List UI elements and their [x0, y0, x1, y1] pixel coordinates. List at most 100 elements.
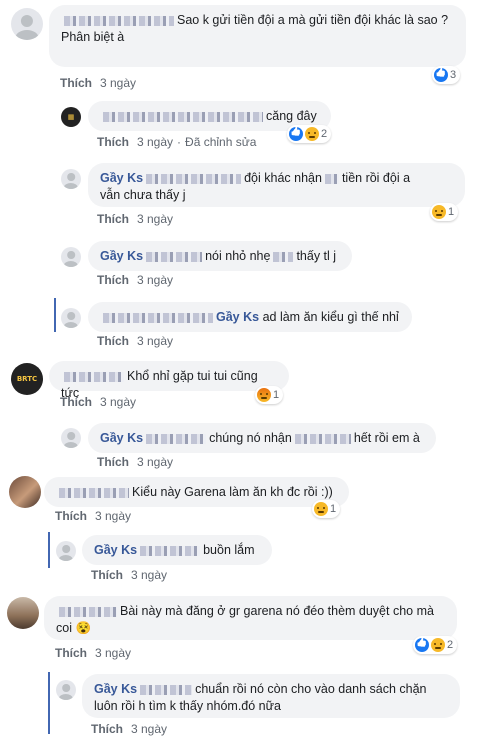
reply-thread-line [54, 298, 56, 332]
like-link[interactable]: Thích [91, 568, 123, 582]
timestamp[interactable]: 3 ngày [100, 76, 136, 90]
timestamp[interactable]: 3 ngày [95, 509, 131, 523]
mention-name[interactable]: Gầy Ks [216, 310, 259, 324]
author-name[interactable]: Gầy Ks [100, 249, 143, 263]
reaction-summary[interactable]: 3 [432, 66, 461, 84]
edited-label[interactable]: Đã chỉnh sửa [185, 135, 256, 149]
comment-text: chuẩn rồi nó còn cho vào danh sách chặn [195, 682, 427, 696]
comment-meta: Thích 3 ngày · Đã chỉnh sửa [97, 135, 257, 149]
like-reaction-icon [415, 638, 429, 652]
avatar[interactable] [11, 8, 43, 40]
like-link[interactable]: Thích [55, 509, 87, 523]
redacted-name [146, 173, 242, 184]
reaction-summary[interactable]: 1 [430, 203, 459, 221]
comment-meta: Thích 3 ngày [97, 334, 173, 348]
timestamp[interactable]: 3 ngày [95, 646, 131, 660]
timestamp[interactable]: 3 ngày [137, 273, 173, 287]
comment-text: luôn rồi h tìm k thấy nhóm.đó nữa [94, 699, 281, 713]
comment-meta: Thích 3 ngày [55, 646, 131, 660]
timestamp[interactable]: 3 ngày [131, 722, 167, 736]
avatar[interactable] [7, 597, 39, 629]
comment-bubble: Kiểu này Garena làm ăn kh đc rồi :)) [44, 477, 349, 507]
like-link[interactable]: Thích [60, 76, 92, 90]
reaction-summary[interactable]: 1 [255, 386, 284, 404]
comment-text: căng đây [266, 109, 317, 123]
reply-thread-line [48, 672, 50, 734]
comment-bubble: Gầy Ks ad làm ăn kiểu gì thế nhỉ [88, 302, 412, 332]
like-reaction-icon [289, 127, 303, 141]
sad-reaction-icon [432, 205, 446, 219]
comment-meta: Thích 3 ngày [91, 722, 167, 736]
avatar[interactable]: ▦ [61, 107, 81, 127]
redacted-name[interactable] [64, 371, 124, 382]
comment-text: hết rồi em à [353, 431, 420, 445]
like-link[interactable]: Thích [60, 395, 92, 409]
comment-bubble: Gầy Ks buồn lắm [82, 535, 272, 565]
avatar[interactable] [61, 308, 81, 328]
comment-text: buồn lắm [203, 543, 255, 557]
timestamp[interactable]: 3 ngày [137, 135, 173, 149]
reply-thread-line [48, 532, 50, 568]
redacted-name[interactable] [59, 487, 129, 498]
comment-text: đội khác nhận [244, 171, 322, 185]
like-link[interactable]: Thích [97, 273, 129, 287]
reaction-summary[interactable]: 2 [413, 636, 458, 654]
like-reaction-icon [434, 68, 448, 82]
comment-text: coi 😵 [56, 621, 92, 635]
avatar[interactable] [9, 476, 41, 508]
avatar[interactable] [61, 247, 81, 267]
comment-text: chúng nó nhận [209, 431, 292, 445]
comment-bubble: Gầy Ks đội khác nhận tiền rồi đội a vẫn ch… [88, 163, 465, 207]
author-name[interactable]: Gầy Ks [94, 682, 137, 696]
avatar[interactable]: BRTC [11, 363, 43, 395]
comment-meta: Thích 3 ngày [91, 568, 167, 582]
reaction-summary[interactable]: 2 [287, 125, 332, 143]
timestamp[interactable]: 3 ngày [137, 334, 173, 348]
redacted-name[interactable] [103, 111, 263, 122]
comment-bubble: Khổ nhỉ gặp tui tui cũng tức [49, 361, 289, 400]
comment-meta: Thích 3 ngày [60, 395, 136, 409]
avatar[interactable] [56, 680, 76, 700]
author-name[interactable]: Gầy Ks [100, 171, 143, 185]
comment-bubble: Gầy Ks chuẩn rồi nó còn cho vào danh sách… [82, 674, 460, 718]
comment-text: nói nhỏ nhẹ [205, 249, 271, 263]
comment-meta: Thích 3 ngày [97, 455, 173, 469]
comment-bubble: Sao k gửi tiền đội a mà gửi tiền đội khá… [49, 5, 466, 67]
like-link[interactable]: Thích [97, 212, 129, 226]
avatar[interactable] [61, 169, 81, 189]
comment-text: thấy tl j [296, 249, 337, 263]
comment-text: Bài này mà đăng ở gr garena nó đéo thèm … [120, 604, 434, 618]
comment-bubble: Bài này mà đăng ở gr garena nó đéo thèm … [44, 596, 457, 640]
sad-reaction-icon [431, 638, 445, 652]
sad-reaction-icon [314, 502, 328, 516]
comment-bubble: Gầy Ks nói nhỏ nhẹ thấy tl j [88, 241, 352, 271]
timestamp[interactable]: 3 ngày [100, 395, 136, 409]
author-name[interactable]: Gầy Ks [94, 543, 137, 557]
comment-meta: Thích 3 ngày [60, 76, 136, 90]
like-link[interactable]: Thích [97, 455, 129, 469]
comment-meta: Thích 3 ngày [97, 273, 173, 287]
like-link[interactable]: Thích [97, 135, 129, 149]
comment-text: tiền rồi đội a [341, 171, 411, 185]
like-link[interactable]: Thích [91, 722, 123, 736]
haha-reaction-icon [305, 127, 319, 141]
reaction-summary[interactable]: 1 [312, 500, 341, 518]
timestamp[interactable]: 3 ngày [131, 568, 167, 582]
angry-reaction-icon [257, 388, 271, 402]
redacted-name[interactable] [64, 15, 174, 26]
comment-meta: Thích 3 ngày [55, 509, 131, 523]
redacted-name[interactable] [59, 606, 117, 617]
like-link[interactable]: Thích [97, 334, 129, 348]
redacted-name[interactable] [103, 312, 213, 323]
avatar[interactable] [61, 428, 81, 448]
comment-text: ad làm ăn kiểu gì thế nhỉ [262, 310, 399, 324]
comment-text: Kiểu này Garena làm ăn kh đc rồi :)) [132, 485, 333, 499]
timestamp[interactable]: 3 ngày [137, 455, 173, 469]
like-link[interactable]: Thích [55, 646, 87, 660]
avatar[interactable] [56, 541, 76, 561]
author-name[interactable]: Gầy Ks [100, 431, 143, 445]
comment-bubble: Gầy Ks chúng nó nhận hết rồi em à [88, 423, 436, 453]
comment-text: vẫn chưa thấy j [100, 188, 186, 202]
timestamp[interactable]: 3 ngày [137, 212, 173, 226]
comment-meta: Thích 3 ngày [97, 212, 173, 226]
